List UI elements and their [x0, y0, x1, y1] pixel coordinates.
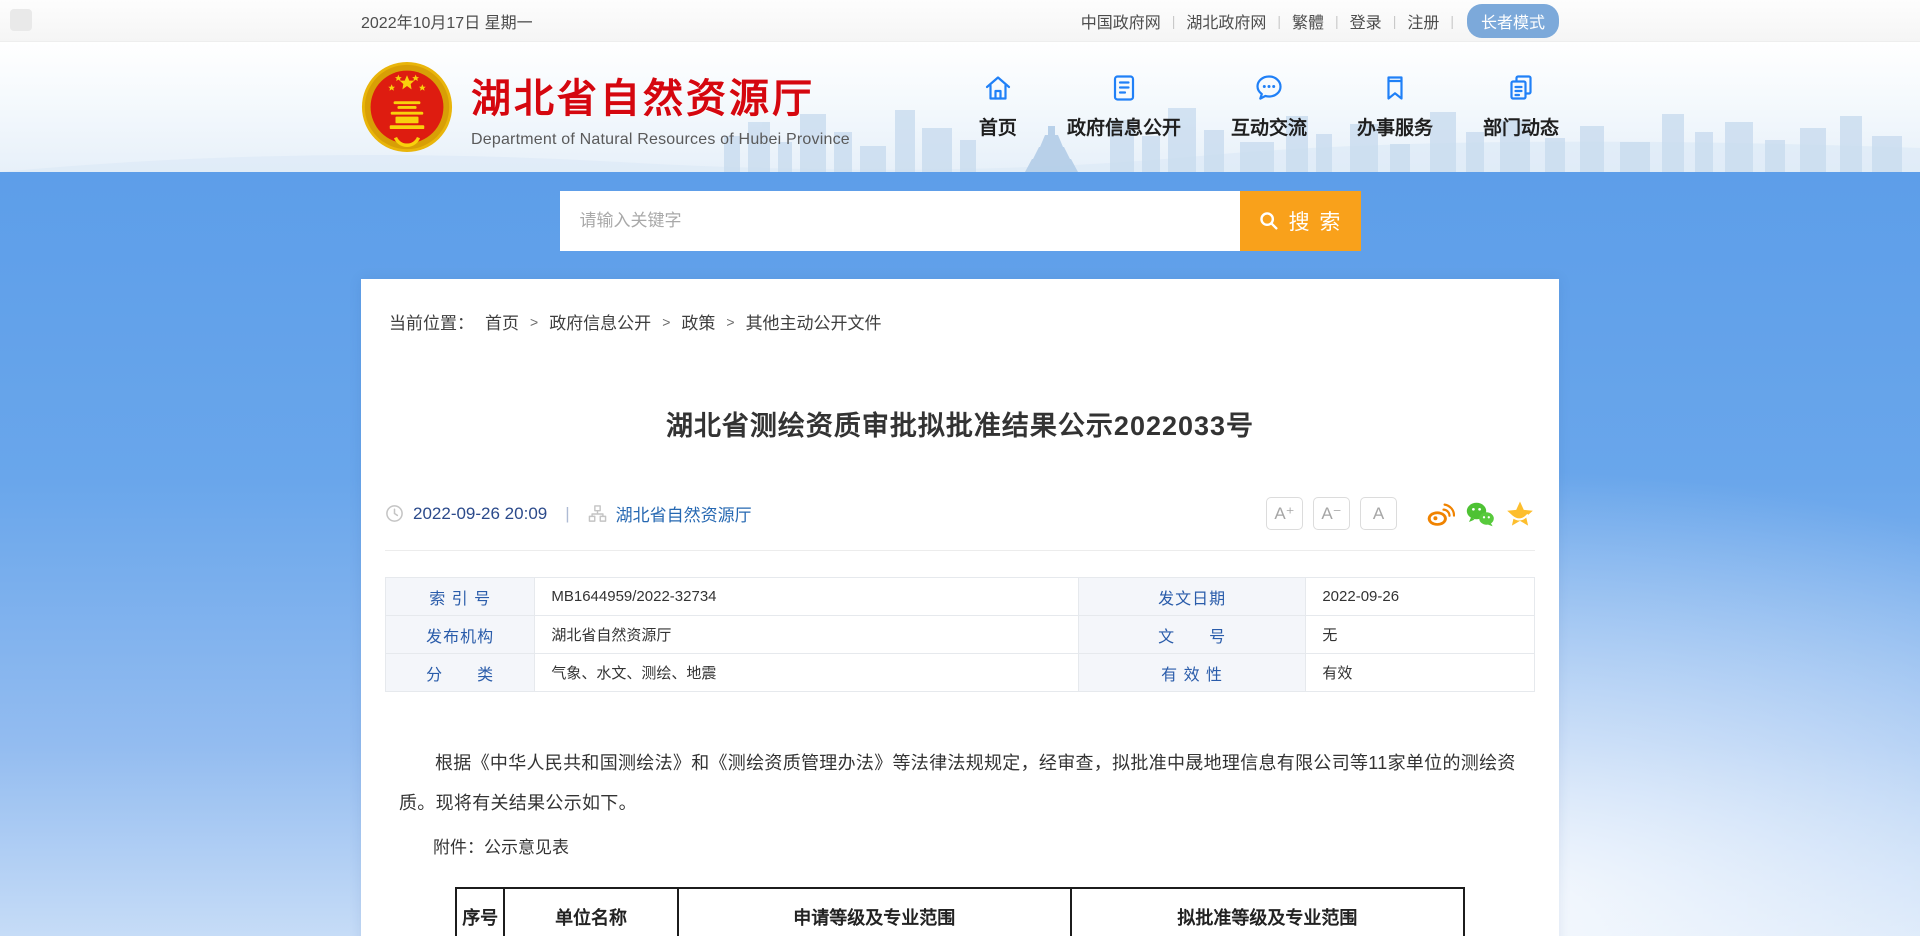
- topbar-date: 2022年10月17日 星期一: [361, 9, 533, 33]
- nav-item-services[interactable]: 办事服务: [1357, 73, 1433, 140]
- nav-label: 办事服务: [1357, 113, 1433, 140]
- info-label: 分 类: [386, 654, 535, 692]
- separator: |: [1277, 13, 1281, 29]
- info-value: 2022-09-26: [1306, 578, 1535, 616]
- link-login[interactable]: 登录: [1350, 9, 1382, 33]
- info-value: 湖北省自然资源厅: [535, 616, 1078, 654]
- font-smaller-button[interactable]: A⁻: [1313, 497, 1350, 530]
- news-icon: [1506, 73, 1536, 103]
- breadcrumb-separator: >: [726, 314, 734, 330]
- search-input[interactable]: [560, 191, 1240, 251]
- column-header-applied-scope: 申请等级及专业范围: [678, 888, 1071, 936]
- search-button-label: 搜 索: [1289, 206, 1343, 236]
- nav-label: 互动交流: [1231, 113, 1307, 140]
- bookmark-icon: [1380, 73, 1410, 103]
- column-header-index: 序号: [456, 888, 504, 936]
- approval-results-table: 序号 单位名称 申请等级及专业范围 拟批准等级及专业范围: [455, 887, 1465, 936]
- approval-table-header-row: 序号 单位名称 申请等级及专业范围 拟批准等级及专业范围: [456, 888, 1464, 936]
- info-row: 发布机构 湖北省自然资源厅 文 号 无: [386, 616, 1535, 654]
- article-body-paragraph: 根据《中华人民共和国测绘法》和《测绘资质管理办法》等法律法规规定，经审查，拟批准…: [399, 744, 1521, 823]
- meta-divider: |: [565, 504, 569, 524]
- link-register[interactable]: 注册: [1407, 9, 1439, 33]
- document-info-table: 索 引 号 MB1644959/2022-32734 发文日期 2022-09-…: [385, 577, 1535, 692]
- font-larger-button[interactable]: A⁺: [1266, 497, 1303, 530]
- column-header-unit-name: 单位名称: [504, 888, 677, 936]
- page-body: 搜 索 当前位置： 首页 > 政府信息公开 > 政策 > 其他主动公开文件 湖北…: [0, 172, 1920, 936]
- nav-item-department-news[interactable]: 部门动态: [1483, 73, 1559, 140]
- attachment-line: 附件：公示意见表: [399, 829, 1521, 866]
- source-link[interactable]: 湖北省自然资源厅: [616, 501, 752, 526]
- info-value: MB1644959/2022-32734: [535, 578, 1078, 616]
- info-label: 发文日期: [1078, 578, 1306, 616]
- clock-icon: [385, 504, 404, 523]
- nav-item-gov-info[interactable]: 政府信息公开: [1067, 73, 1181, 140]
- elder-mode-button[interactable]: 长者模式: [1467, 4, 1559, 38]
- info-row: 分 类 气象、水文、测绘、地震 有 效 性 有效: [386, 654, 1535, 692]
- breadcrumb: 当前位置： 首页 > 政府信息公开 > 政策 > 其他主动公开文件: [389, 309, 1535, 334]
- qzone-icon[interactable]: [1505, 500, 1535, 528]
- info-label: 发布机构: [386, 616, 535, 654]
- national-emblem-logo: [361, 61, 453, 153]
- main-nav: 首页 政府信息公开 互动交流: [979, 73, 1559, 142]
- page-title: 湖北省测绘资质审批拟批准结果公示2022033号: [385, 404, 1535, 443]
- separator: |: [1172, 13, 1176, 29]
- nav-item-home[interactable]: 首页: [979, 73, 1017, 140]
- info-label: 有 效 性: [1078, 654, 1306, 692]
- link-traditional-chinese[interactable]: 繁體: [1292, 9, 1324, 33]
- breadcrumb-gov-info[interactable]: 政府信息公开: [549, 309, 651, 334]
- info-row: 索 引 号 MB1644959/2022-32734 发文日期 2022-09-…: [386, 578, 1535, 616]
- search-bar: 搜 索: [560, 172, 1361, 251]
- breadcrumb-label: 当前位置：: [389, 309, 474, 334]
- breadcrumb-separator: >: [662, 314, 670, 330]
- breadcrumb-home[interactable]: 首页: [485, 309, 519, 334]
- chat-icon: [1254, 73, 1284, 103]
- nav-label: 部门动态: [1483, 113, 1559, 140]
- info-value: 气象、水文、测绘、地震: [535, 654, 1078, 692]
- font-reset-button[interactable]: A: [1360, 497, 1397, 530]
- link-china-gov[interactable]: 中国政府网: [1081, 9, 1161, 33]
- weibo-icon[interactable]: [1425, 500, 1455, 528]
- info-label: 索 引 号: [386, 578, 535, 616]
- site-name-english: Department of Natural Resources of Hubei…: [471, 131, 850, 149]
- article-meta-right: A⁺ A⁻ A: [1266, 497, 1535, 530]
- content-card: 当前位置： 首页 > 政府信息公开 > 政策 > 其他主动公开文件 湖北省测绘资…: [361, 279, 1559, 936]
- article-meta-left: 2022-09-26 20:09 | 湖北省自然资源厅: [385, 501, 752, 526]
- site-name: 湖北省自然资源厅: [471, 66, 850, 124]
- search-button[interactable]: 搜 索: [1240, 191, 1361, 251]
- nav-label: 首页: [979, 113, 1017, 140]
- info-label: 文 号: [1078, 616, 1306, 654]
- topbar-links: 中国政府网 | 湖北政府网 | 繁體 | 登录 | 注册 | 长者模式: [1081, 4, 1559, 38]
- breadcrumb-policy[interactable]: 政策: [681, 309, 715, 334]
- breadcrumb-separator: >: [530, 314, 538, 330]
- search-icon: [1258, 210, 1280, 232]
- publish-time: 2022-09-26 20:09: [413, 504, 547, 524]
- separator: |: [1450, 13, 1454, 29]
- masthead: 湖北省自然资源厅 Department of Natural Resources…: [0, 42, 1920, 172]
- site-title-block: 湖北省自然资源厅 Department of Natural Resources…: [471, 66, 850, 149]
- info-value: 有效: [1306, 654, 1535, 692]
- topbar: 2022年10月17日 星期一 中国政府网 | 湖北政府网 | 繁體 | 登录 …: [0, 0, 1920, 42]
- source-icon: [588, 504, 607, 523]
- separator: |: [1335, 13, 1339, 29]
- link-hubei-gov[interactable]: 湖北政府网: [1186, 9, 1266, 33]
- corner-square-icon: [10, 9, 32, 31]
- column-header-approved-scope: 拟批准等级及专业范围: [1071, 888, 1464, 936]
- wechat-icon[interactable]: [1465, 500, 1495, 528]
- document-icon: [1109, 73, 1139, 103]
- info-value: 无: [1306, 616, 1535, 654]
- separator: |: [1393, 13, 1397, 29]
- nav-label: 政府信息公开: [1067, 113, 1181, 140]
- home-icon: [983, 73, 1013, 103]
- article-meta-row: 2022-09-26 20:09 | 湖北省自然资源厅 A⁺ A⁻ A: [385, 497, 1535, 551]
- breadcrumb-current: 其他主动公开文件: [746, 309, 882, 334]
- nav-item-interaction[interactable]: 互动交流: [1231, 73, 1307, 140]
